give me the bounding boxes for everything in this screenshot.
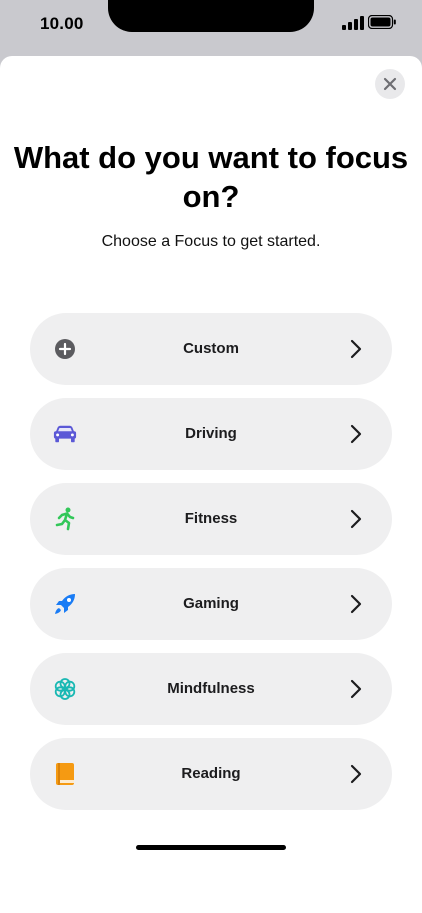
focus-option-label: Custom — [183, 340, 239, 357]
focus-option-driving[interactable]: Driving — [30, 398, 392, 470]
chevron-right-icon — [350, 424, 362, 444]
focus-option-mindfulness[interactable]: Mindfulness — [30, 653, 392, 725]
home-indicator[interactable] — [136, 845, 286, 850]
page-title: What do you want to focus on? — [13, 140, 409, 214]
focus-option-label: Fitness — [184, 510, 238, 527]
chevron-right-icon — [350, 509, 362, 529]
battery-icon — [368, 15, 396, 29]
focus-option-gaming[interactable]: Gaming — [30, 568, 392, 640]
chevron-right-icon — [350, 764, 362, 784]
cellular-signal-icon — [342, 16, 364, 30]
status-bar: 10.00 — [0, 0, 422, 56]
chevron-right-icon — [350, 339, 362, 359]
focus-option-label: Mindfulness — [167, 680, 255, 697]
focus-option-reading[interactable]: Reading — [30, 738, 392, 810]
page-subtitle: Choose a Focus to get started. — [101, 233, 321, 250]
focus-option-label: Gaming — [183, 595, 239, 612]
focus-option-fitness[interactable]: Fitness — [30, 483, 392, 555]
focus-option-label: Reading — [181, 765, 241, 782]
chevron-right-icon — [350, 679, 362, 699]
status-time: 10.00 — [40, 14, 84, 33]
chevron-right-icon — [350, 594, 362, 614]
focus-option-label: Driving — [185, 425, 237, 442]
focus-setup-sheet: What do you want to focus on? Choose a F… — [0, 56, 422, 913]
focus-option-custom[interactable]: Custom — [30, 313, 392, 385]
close-icon — [383, 77, 397, 91]
close-button[interactable] — [375, 69, 405, 99]
notch — [108, 0, 314, 32]
